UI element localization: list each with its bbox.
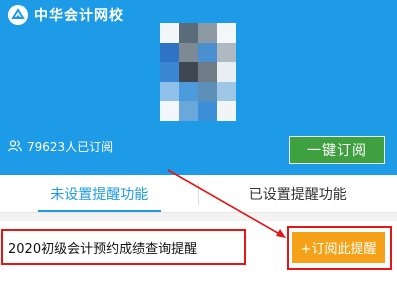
cover-pixel-block: [160, 42, 179, 63]
section-gap: [0, 213, 397, 221]
reminder-item-title: 2020初级会计预约成绩查询提醒: [1, 229, 246, 265]
cover-pixel-block: [217, 81, 236, 102]
cover-pixel-block: [217, 42, 236, 63]
cover-pixel-block: [217, 23, 236, 43]
cover-pixel-block: [179, 62, 198, 82]
reminder-item-title-text: 2020初级会计预约成绩查询提醒: [8, 241, 198, 257]
tab-set-reminders[interactable]: 已设置提醒功能: [199, 175, 397, 212]
cover-pixel-block: [179, 81, 198, 102]
subscriber-count: 79623人已订阅: [8, 137, 113, 155]
cover-pixel-block: [217, 101, 236, 121]
cover-pixel-block: [179, 23, 198, 43]
course-cover-image: [160, 23, 236, 121]
subscribe-reminder-button[interactable]: +订阅此提醒: [292, 232, 385, 263]
cover-pixel-block: [217, 62, 236, 82]
cover-pixel-block: [160, 101, 179, 121]
cover-pixel-block: [198, 81, 217, 102]
cover-pixel-block: [160, 81, 179, 102]
subscriber-count-text: 79623人已订阅: [27, 139, 114, 154]
cover-pixel-block: [198, 101, 217, 121]
cover-pixel-block: [198, 62, 217, 82]
cover-pixel-block: [198, 23, 217, 43]
cover-pixel-block: [160, 62, 179, 82]
users-icon: [8, 140, 22, 152]
tab-unset-reminders-label: 未设置提醒功能: [50, 186, 149, 203]
cover-pixel-block: [179, 42, 198, 63]
cover-pixel-block: [179, 101, 198, 121]
subscribe-reminder-label: +订阅此提醒: [300, 242, 377, 257]
tab-unset-reminders[interactable]: 未设置提醒功能: [0, 175, 199, 212]
brand: 中华会计网校: [8, 4, 124, 26]
header-banner: 中华会计网校 79623人已订阅 一键订阅: [0, 0, 397, 175]
tab-divider: [198, 183, 199, 205]
one-click-subscribe-label: 一键订阅: [307, 143, 367, 159]
cover-pixel-block: [160, 23, 179, 43]
cover-pixel-block: [198, 42, 217, 63]
tab-set-reminders-label: 已设置提醒功能: [248, 186, 347, 203]
brand-name: 中华会计网校: [34, 8, 124, 24]
one-click-subscribe-button[interactable]: 一键订阅: [289, 136, 385, 164]
chinaacc-logo-icon: [8, 5, 28, 25]
